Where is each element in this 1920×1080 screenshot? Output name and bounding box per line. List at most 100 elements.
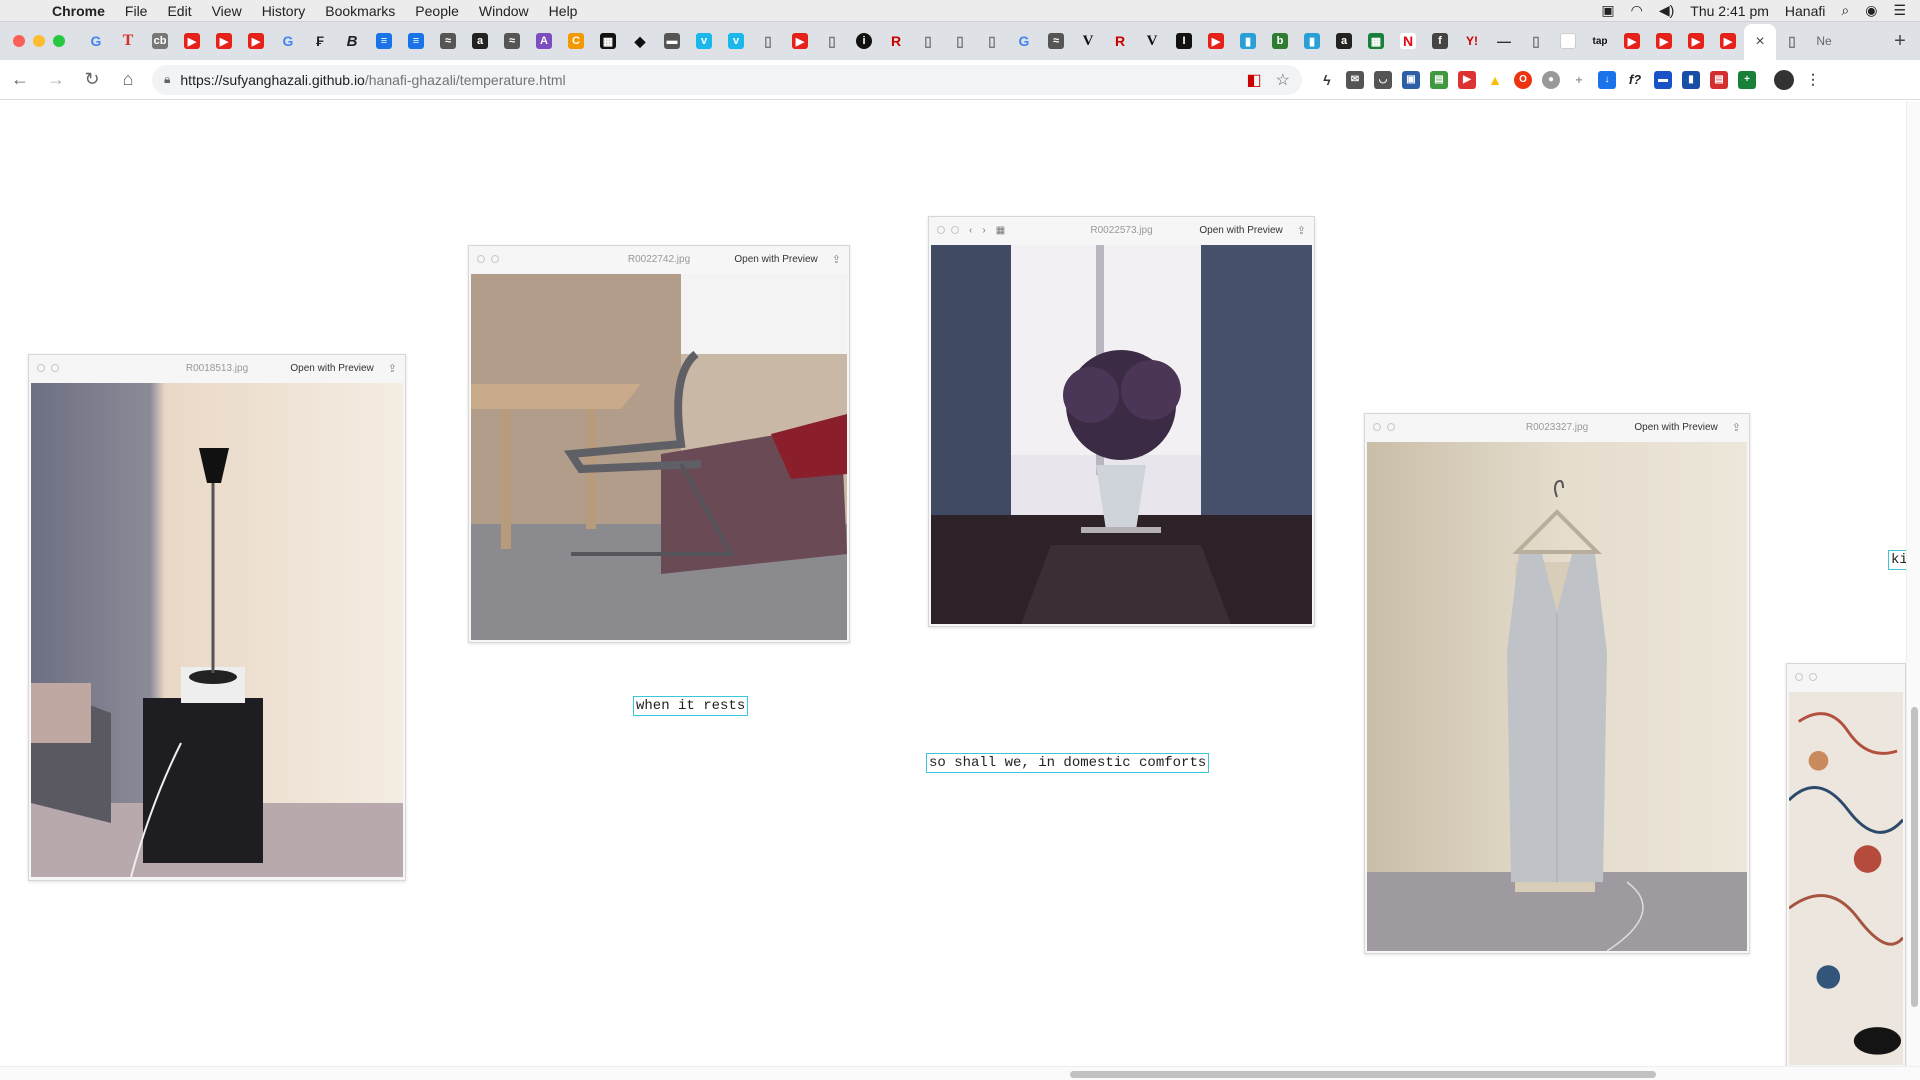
input-source-icon[interactable]: ▣	[1601, 2, 1614, 19]
preview-window-5[interactable]	[1786, 663, 1906, 1073]
lock-icon[interactable]: 🔒︎	[164, 72, 170, 87]
minimize-icon[interactable]	[951, 226, 959, 234]
menu-help[interactable]: Help	[549, 3, 578, 19]
zoom-window-icon[interactable]	[53, 35, 65, 47]
tab-page-7[interactable]: ▯	[1776, 26, 1808, 56]
tab-bold-b[interactable]: B	[336, 26, 368, 56]
tab-youtube-9[interactable]: ▶	[1712, 26, 1744, 56]
tab-youtube-3[interactable]: ▶	[240, 26, 272, 56]
menu-app-chrome[interactable]: Chrome	[52, 3, 105, 19]
tab-youtube-5[interactable]: ▶	[1200, 26, 1232, 56]
tab-r-red-2[interactable]: R	[1104, 26, 1136, 56]
tab-cb[interactable]: cb	[144, 26, 176, 56]
clock[interactable]: Thu 2:41 pm	[1690, 3, 1769, 19]
volume-icon[interactable]: ◀)	[1659, 2, 1674, 19]
close-icon[interactable]	[37, 364, 45, 372]
tab-bar[interactable]: ▬	[656, 26, 688, 56]
vertical-scrollbar[interactable]	[1906, 101, 1920, 1066]
tab-page-6[interactable]: ▯	[1520, 26, 1552, 56]
menu-history[interactable]: History	[262, 3, 306, 19]
forward-arrow-icon[interactable]: ›	[982, 225, 985, 236]
preview-window-4[interactable]: R0023327.jpg Open with Preview ⇪	[1364, 413, 1750, 954]
wifi-icon[interactable]: ◠	[1631, 2, 1643, 19]
drive-extension-icon[interactable]: ▲	[1486, 71, 1504, 89]
spotlight-search-icon[interactable]: ⌕	[1841, 2, 1849, 19]
tab-c-orange[interactable]: C	[560, 26, 592, 56]
new-tab-button[interactable]: +	[1880, 30, 1920, 53]
grid-view-icon[interactable]: ▦	[996, 225, 1005, 236]
share-icon[interactable]: ⇪	[388, 362, 397, 375]
forward-button[interactable]: →	[40, 64, 72, 96]
close-icon[interactable]	[937, 226, 945, 234]
tab-t[interactable]: T	[112, 26, 144, 56]
chrome-menu-icon[interactable]: ⋮	[1804, 71, 1822, 89]
tab-a-purple[interactable]: A	[528, 26, 560, 56]
tab-v-serif-2[interactable]: V	[1136, 26, 1168, 56]
tab-v-serif-1[interactable]: V	[1072, 26, 1104, 56]
tab-info[interactable]: i	[848, 26, 880, 56]
preview-window-3[interactable]: ‹ › ▦ R0022573.jpg Open with Preview ⇪	[928, 216, 1315, 627]
back-arrow-icon[interactable]: ‹	[969, 225, 972, 236]
tab-b-green[interactable]: b	[1264, 26, 1296, 56]
preview-window-1[interactable]: R0018513.jpg Open with Preview ⇪	[28, 354, 406, 881]
reload-button[interactable]: ↻	[76, 64, 108, 96]
tab-doc-1[interactable]: ≡	[368, 26, 400, 56]
blue-box-extension-icon[interactable]: ▬	[1654, 70, 1672, 89]
profile-avatar[interactable]	[1774, 69, 1794, 90]
tab-page-2[interactable]: ▯	[816, 26, 848, 56]
tab-i-black[interactable]: I	[1168, 26, 1200, 56]
tab-yahoo[interactable]: Y!	[1456, 26, 1488, 56]
tab-youtube-7[interactable]: ▶	[1648, 26, 1680, 56]
tab-youtube-2[interactable]: ▶	[208, 26, 240, 56]
close-icon[interactable]	[1795, 673, 1803, 681]
tab-youtube-1[interactable]: ▶	[176, 26, 208, 56]
tab-f-box[interactable]: f	[1424, 26, 1456, 56]
back-button[interactable]: ←	[4, 64, 36, 96]
tab-dash[interactable]: —	[1488, 26, 1520, 56]
close-icon[interactable]	[477, 255, 485, 263]
preview-window-2[interactable]: R0022742.jpg Open with Preview ⇪	[468, 245, 850, 643]
red-extension-icon[interactable]: ▶	[1458, 70, 1476, 89]
minimize-icon[interactable]	[1809, 673, 1817, 681]
open-with-preview-button[interactable]: Open with Preview	[290, 363, 373, 374]
tab-doc-2[interactable]: ≡	[400, 26, 432, 56]
close-tab-icon[interactable]: ×	[1755, 33, 1764, 51]
tab-youtube-4[interactable]: ▶	[784, 26, 816, 56]
open-with-preview-button[interactable]: Open with Preview	[1199, 225, 1282, 236]
plus-green-extension-icon[interactable]: +	[1738, 70, 1756, 89]
tab-bookmark-blue-2[interactable]: ▮	[1296, 26, 1328, 56]
menu-view[interactable]: View	[212, 3, 242, 19]
close-window-icon[interactable]	[13, 35, 25, 47]
tab-youtube-6[interactable]: ▶	[1616, 26, 1648, 56]
tab-google[interactable]: G	[80, 26, 112, 56]
tab-page-1[interactable]: ▯	[752, 26, 784, 56]
menu-edit[interactable]: Edit	[167, 3, 191, 19]
menu-people[interactable]: People	[415, 3, 459, 19]
tab-google-2[interactable]: G	[272, 26, 304, 56]
address-bar[interactable]: 🔒︎ https://sufyanghazali.github.io/hanaf…	[152, 64, 1302, 95]
share-icon[interactable]: ⇪	[832, 253, 841, 266]
minimize-icon[interactable]	[491, 255, 499, 263]
home-button[interactable]: ⌂	[112, 64, 144, 96]
font-extension-icon[interactable]: f?	[1626, 71, 1644, 89]
tab-ne[interactable]: Ne	[1808, 26, 1840, 56]
tab-wavy-3[interactable]: ≈	[1040, 26, 1072, 56]
user-name[interactable]: Hanafi	[1785, 3, 1825, 19]
tab-vimeo-1[interactable]: v	[688, 26, 720, 56]
tab-amazon-2[interactable]: a	[1328, 26, 1360, 56]
tab-vimeo-2[interactable]: v	[720, 26, 752, 56]
tab-grid-black[interactable]: ▦	[592, 26, 624, 56]
opera-extension-icon[interactable]: O	[1514, 70, 1532, 89]
tab-sheet-green[interactable]: ▦	[1360, 26, 1392, 56]
tab-page-3[interactable]: ▯	[912, 26, 944, 56]
vertical-scroll-thumb[interactable]	[1911, 707, 1918, 1007]
horizontal-scrollbar[interactable]	[0, 1066, 1920, 1080]
plus-extension-icon[interactable]: +	[1570, 71, 1588, 89]
bolt-extension-icon[interactable]: ϟ	[1318, 71, 1336, 89]
close-icon[interactable]	[1373, 423, 1381, 431]
menu-file[interactable]: File	[125, 3, 148, 19]
minimize-icon[interactable]	[1387, 423, 1395, 431]
green-extension-icon[interactable]: ▤	[1430, 70, 1448, 89]
tab-tap[interactable]: tap	[1584, 26, 1616, 56]
tab-wavy-2[interactable]: ≈	[496, 26, 528, 56]
